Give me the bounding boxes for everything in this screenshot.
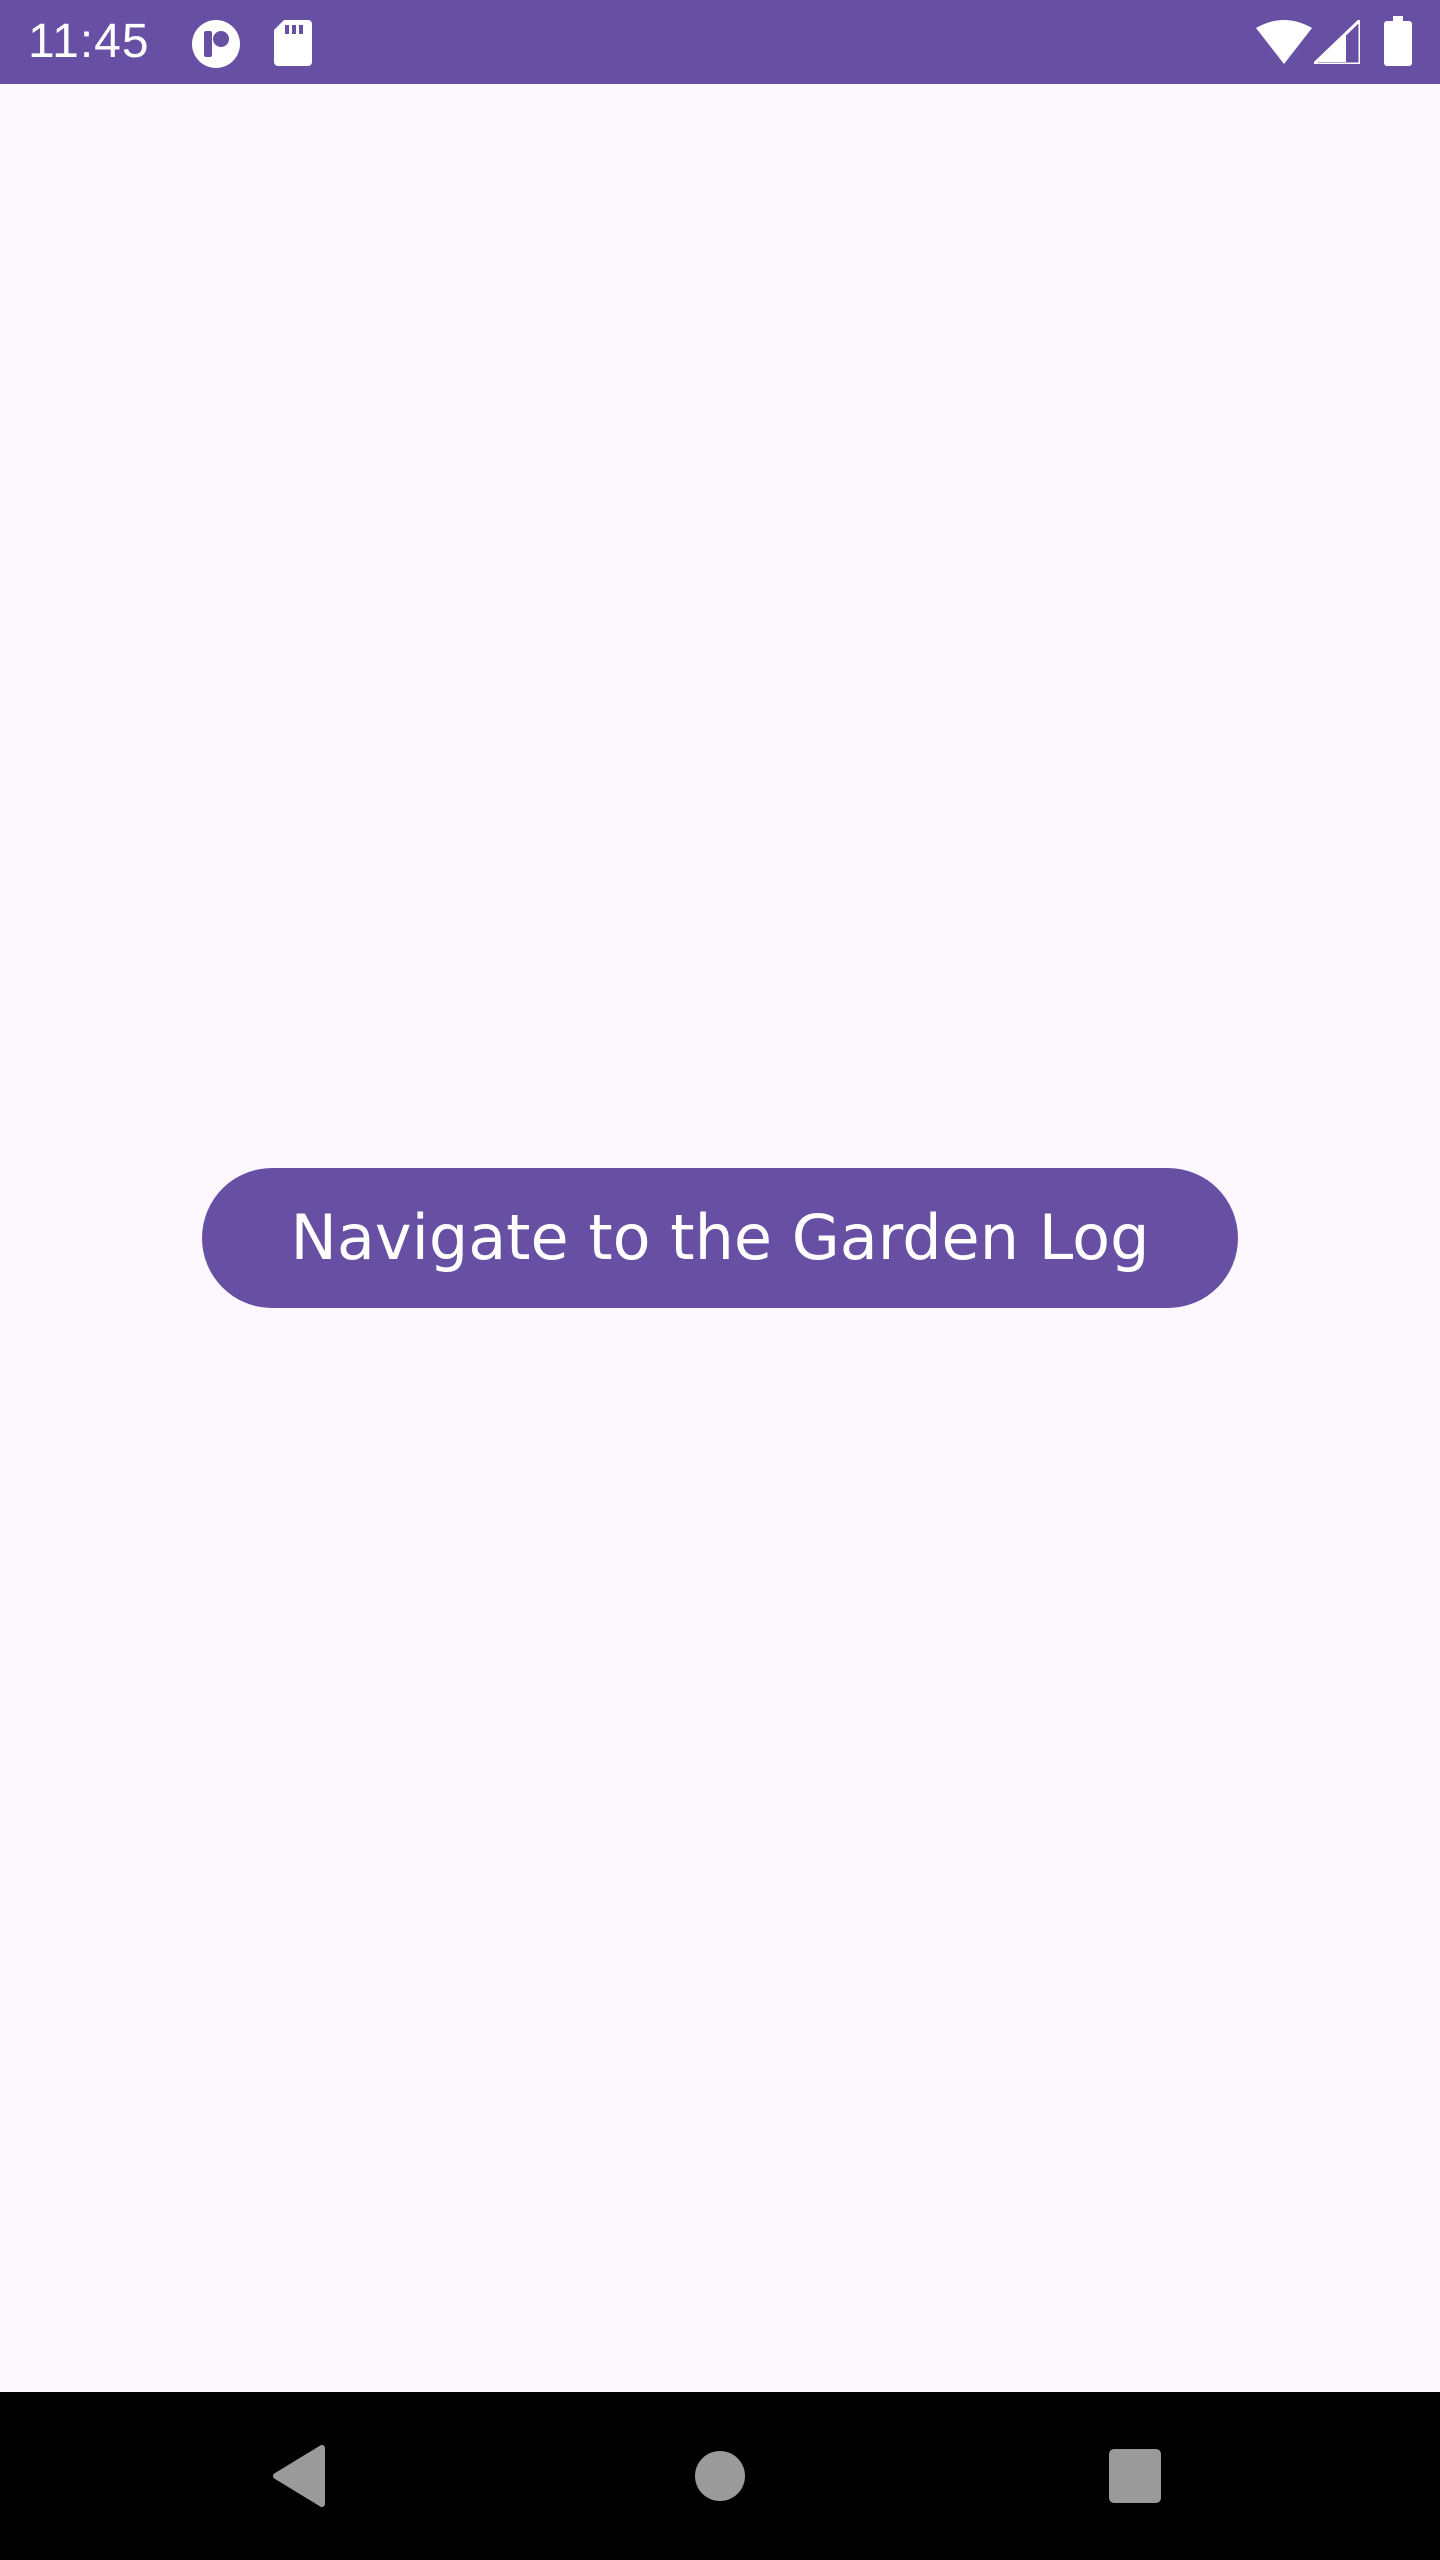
wifi-icon <box>1256 20 1312 64</box>
status-time: 11:45 <box>28 15 150 68</box>
system-navigation-bar <box>0 2392 1440 2560</box>
status-bar: 11:45 <box>0 0 1440 84</box>
app-screen: 11:45 Navigate to the Garden Log <box>0 0 1440 2560</box>
back-icon[interactable] <box>270 2444 326 2508</box>
cellular-signal-icon <box>1314 20 1360 64</box>
recents-icon[interactable] <box>1108 2448 1162 2504</box>
sd-card-icon <box>274 20 312 66</box>
notification-app-icon <box>192 20 240 68</box>
home-icon[interactable] <box>694 2450 746 2502</box>
navigate-garden-log-button[interactable]: Navigate to the Garden Log <box>202 1168 1238 1308</box>
battery-icon <box>1384 16 1412 66</box>
